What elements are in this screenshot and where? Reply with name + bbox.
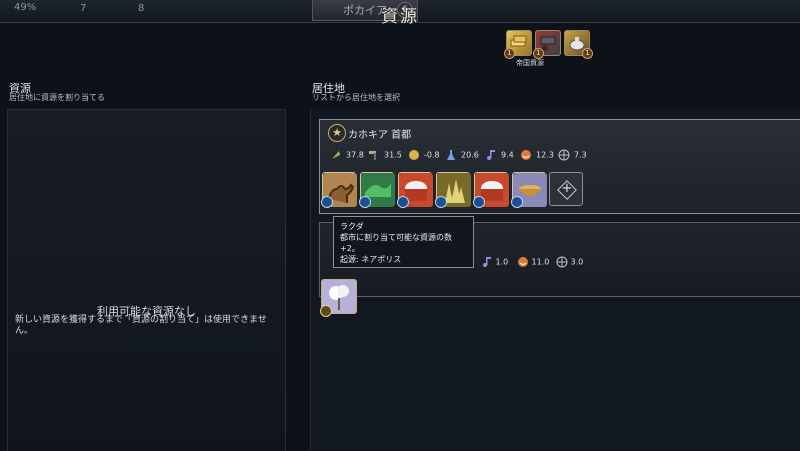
- no-resources-description: 新しい資源を獲得するまで「資源の割り当て」は使用できません。: [15, 315, 267, 336]
- production-icon: [369, 151, 376, 160]
- resources-panel: 利用可能な資源なし 新しい資源を獲得するまで「資源の割り当て」は使用できません。: [7, 109, 286, 451]
- influence-icon: [556, 256, 568, 268]
- resource-slot-camel[interactable]: [321, 172, 357, 208]
- culture-yield: 1.0: [481, 256, 508, 268]
- culture-icon: [483, 257, 491, 267]
- happiness-yield: 11.0: [517, 256, 549, 268]
- science-yield: 20.6: [445, 149, 479, 161]
- empire-resource-count: 1: [582, 48, 593, 59]
- city-name: カホキア 首都: [348, 130, 412, 141]
- assigned-pin: [321, 196, 333, 208]
- happiness-yield: 12.3: [520, 149, 554, 161]
- resources-section-subtitle: 居住地に資源を割り当てる: [9, 93, 105, 102]
- influence-yield: 3.0: [556, 256, 583, 268]
- screen-title: 資源: [381, 7, 419, 27]
- resource-slot-salt[interactable]: [473, 172, 509, 208]
- tooltip-effect: 都市に割り当て可能な資源の数+2。: [340, 233, 452, 253]
- resource-slot-salt[interactable]: [397, 172, 433, 208]
- culture-yield: 9.4: [485, 149, 514, 161]
- gold-yield: -0.8: [408, 149, 440, 161]
- assigned-pin: [397, 196, 409, 208]
- assigned-pin: [435, 196, 447, 208]
- happiness-icon: [518, 257, 528, 267]
- resource-slot-jade[interactable]: [359, 172, 395, 208]
- influence-yield: 7.3: [558, 149, 587, 161]
- resource-tooltip: ラクダ 都市に割り当て可能な資源の数+2。 起源: ネアポリス: [333, 216, 474, 268]
- resource-slot-incense[interactable]: [511, 172, 547, 208]
- science-icon: [447, 150, 455, 160]
- plus-icon: +: [561, 181, 573, 196]
- capital-star-icon: ★: [328, 124, 346, 142]
- empire-resources-label: 帝国資源: [516, 59, 544, 67]
- food-yield: 37.8: [330, 149, 364, 161]
- empire-resource-count: 1: [504, 48, 515, 59]
- culture-icon: [487, 150, 495, 160]
- influence-icon: [558, 149, 570, 161]
- assigned-pin: [320, 305, 332, 317]
- food-icon: [332, 151, 340, 159]
- assigned-pin: [473, 196, 485, 208]
- city-card-capital[interactable]: ★ カホキア 首都 37.8 31.5 -0.8 20.6 9.4 12.3 7…: [319, 119, 800, 214]
- settlements-section-subtitle: リストから居住地を選択: [312, 93, 400, 102]
- gold-icon: [409, 150, 419, 160]
- add-resource-slot-button[interactable]: +: [549, 172, 583, 206]
- assigned-pin: [359, 196, 371, 208]
- resource-slot-cotton[interactable]: [320, 279, 357, 317]
- resource-slot-crystal[interactable]: [435, 172, 471, 208]
- happiness-icon: [521, 150, 531, 160]
- production-yield: 31.5: [368, 149, 402, 161]
- empire-resources: 1 1 1 帝国資源: [504, 30, 593, 70]
- assigned-pin: [511, 196, 523, 208]
- tooltip-title: ラクダ: [340, 222, 364, 231]
- tooltip-origin: 起源: ネアポリス: [340, 255, 402, 264]
